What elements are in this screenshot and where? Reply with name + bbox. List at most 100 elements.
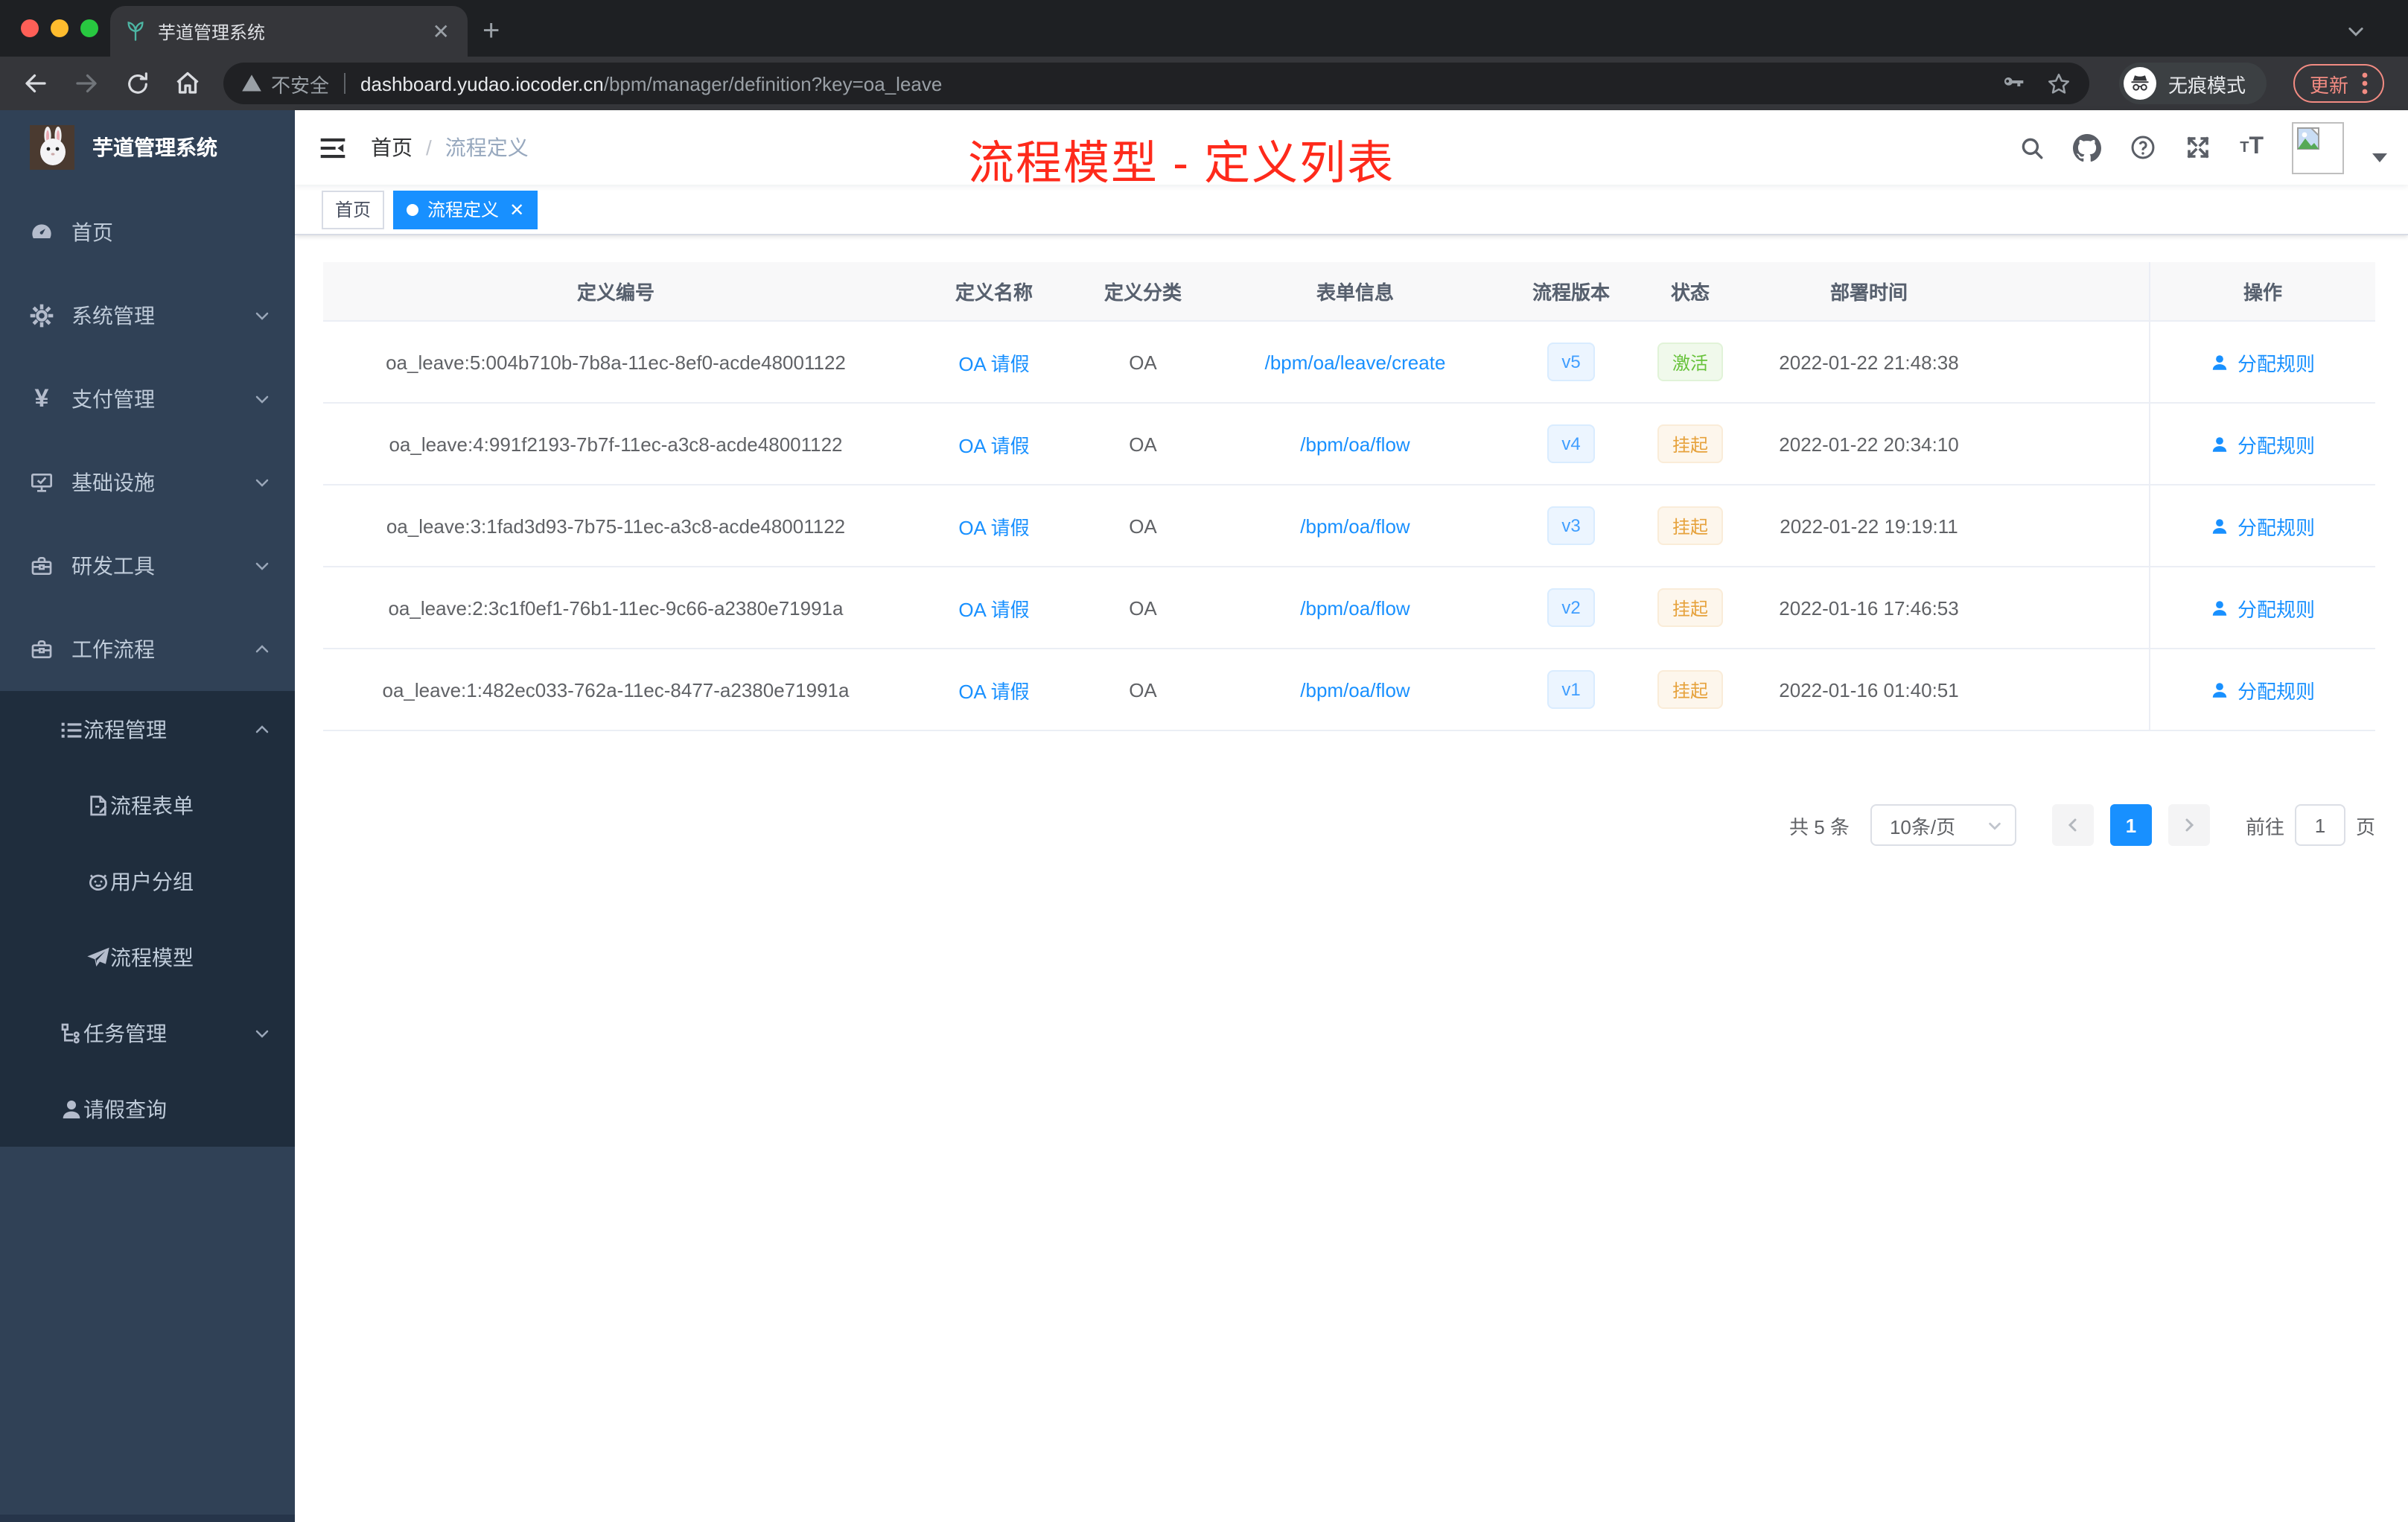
page-unit-label: 页 <box>2355 815 2375 838</box>
deploy-time: 2022-01-16 17:46:53 <box>1779 596 1959 619</box>
sidebar-item-leave-query[interactable]: 请假查询 <box>0 1071 295 1147</box>
sidebar-item-user-group[interactable]: 用户分组 <box>0 843 295 919</box>
assign-rule-button[interactable]: 分配规则 <box>2211 675 2315 704</box>
definition-category: OA <box>1129 678 1157 701</box>
version-badge: v5 <box>1547 343 1596 381</box>
column-header: 定义编号 <box>576 281 654 304</box>
app-title: 芋道管理系统 <box>92 136 217 159</box>
page-number-1[interactable]: 1 <box>2109 804 2152 846</box>
favicon-plant-icon <box>125 21 146 42</box>
definition-name-link[interactable]: OA 请假 <box>958 348 1029 376</box>
table-row: oa_leave:3:1fad3d93-7b75-11ec-a3c8-acde4… <box>323 485 2375 567</box>
update-button[interactable]: 更新 <box>2293 64 2384 103</box>
tag-home[interactable]: 首页 <box>322 190 385 229</box>
column-header: 部署时间 <box>1829 281 1908 304</box>
broken-image-icon <box>2297 127 2319 149</box>
fullscreen-icon[interactable] <box>2185 134 2211 161</box>
avatar[interactable] <box>2292 121 2344 173</box>
assign-rule-button[interactable]: 分配规则 <box>2211 430 2315 458</box>
tab-close-icon[interactable]: ✕ <box>430 19 453 44</box>
minimize-window-button[interactable] <box>51 19 69 37</box>
back-icon[interactable] <box>15 63 57 104</box>
kebab-menu-icon[interactable] <box>2362 71 2368 95</box>
goto-page-input[interactable] <box>2294 804 2345 846</box>
version-badge: v4 <box>1547 424 1596 463</box>
page-size-value: 10条/页 <box>1889 815 1956 838</box>
form-link[interactable]: /bpm/oa/leave/create <box>1265 351 1446 373</box>
tab-search-chevron-icon[interactable] <box>2345 21 2366 42</box>
font-size-icon[interactable]: TT <box>2240 134 2264 161</box>
sidebar-item-process-management[interactable]: 流程管理 <box>0 691 295 767</box>
password-key-icon[interactable] <box>2001 71 2025 95</box>
url-path: /bpm/manager/definition?key=oa_leave <box>603 72 943 95</box>
security-label[interactable]: 不安全 <box>271 69 329 98</box>
sidebar-logo-row[interactable]: 芋道管理系统 <box>0 110 295 185</box>
definition-name-link[interactable]: OA 请假 <box>958 512 1029 540</box>
user-icon <box>2213 518 2228 533</box>
forward-icon[interactable] <box>66 63 107 104</box>
definition-name-link[interactable]: OA 请假 <box>958 593 1029 622</box>
next-page-button[interactable] <box>2167 804 2210 846</box>
sidebar-item-label: 流程模型 <box>110 945 194 969</box>
browser-tab[interactable]: 芋道管理系统 ✕ <box>110 6 468 57</box>
sidebar-item-dev-tools[interactable]: 研发工具 <box>0 524 295 608</box>
sidebar-item-process-form[interactable]: 流程表单 <box>0 767 295 843</box>
definition-name-link[interactable]: OA 请假 <box>958 675 1029 704</box>
dashboard-icon <box>30 220 54 244</box>
active-dot <box>407 203 419 215</box>
browser-toolbar: 不安全 dashboard.yudao.iocoder.cn/bpm/manag… <box>0 57 2408 110</box>
sidebar-item-task-management[interactable]: 任务管理 <box>0 995 295 1071</box>
sidebar-collapse-icon[interactable] <box>319 133 347 162</box>
version-badge: v1 <box>1547 670 1596 709</box>
briefcase-icon <box>30 637 54 661</box>
prev-page-button[interactable] <box>2051 804 2094 846</box>
search-icon[interactable] <box>2019 135 2045 160</box>
assign-rule-button[interactable]: 分配规则 <box>2211 512 2315 540</box>
reload-icon[interactable] <box>116 63 158 104</box>
url-divider <box>344 73 346 94</box>
pagination-total: 共 5 条 <box>1789 815 1850 838</box>
form-link[interactable]: /bpm/oa/flow <box>1300 678 1410 701</box>
goto-label: 前往 <box>2245 815 2284 838</box>
robot-icon <box>86 869 110 893</box>
maximize-window-button[interactable] <box>80 19 98 37</box>
status-badge: 挂起 <box>1657 670 1723 709</box>
sidebar-item-process-model[interactable]: 流程模型 <box>0 919 295 995</box>
new-tab-button[interactable]: + <box>482 16 500 46</box>
assign-rule-button[interactable]: 分配规则 <box>2211 593 2315 622</box>
definition-name-link[interactable]: OA 请假 <box>958 430 1029 458</box>
sidebar-item-workflow[interactable]: 工作流程 <box>0 608 295 691</box>
sidebar-item-label: 任务管理 <box>83 1021 167 1045</box>
list-icon <box>60 717 83 741</box>
help-icon[interactable] <box>2130 134 2156 161</box>
definition-id: oa_leave:1:482ec033-762a-11ec-8477-a2380… <box>382 678 850 701</box>
sidebar-item-system[interactable]: 系统管理 <box>0 274 295 357</box>
form-icon <box>86 793 110 817</box>
page-size-select[interactable]: 10条/页 <box>1870 804 2016 846</box>
url-text[interactable]: dashboard.yudao.iocoder.cn/bpm/manager/d… <box>360 72 942 95</box>
form-link[interactable]: /bpm/oa/flow <box>1300 433 1410 455</box>
chevron-up-icon <box>253 720 271 738</box>
bookmark-star-icon[interactable] <box>2046 71 2071 96</box>
tag-label: 首页 <box>335 200 372 220</box>
sidebar-item-payment[interactable]: ¥ 支付管理 <box>0 357 295 441</box>
home-icon[interactable] <box>167 63 208 104</box>
close-window-button[interactable] <box>21 19 39 37</box>
chevron-up-icon <box>253 640 271 658</box>
yen-icon: ¥ <box>34 384 49 413</box>
github-icon[interactable] <box>2073 133 2102 162</box>
avatar-dropdown-caret-icon[interactable] <box>2372 153 2387 162</box>
tag-close-icon[interactable]: ✕ <box>509 199 524 220</box>
assign-rule-button[interactable]: 分配规则 <box>2211 348 2315 376</box>
breadcrumb-home[interactable]: 首页 <box>371 133 413 162</box>
sidebar-item-home[interactable]: 首页 <box>0 191 295 274</box>
sidebar-item-infrastructure[interactable]: 基础设施 <box>0 441 295 524</box>
tag-process-definition[interactable]: 流程定义 ✕ <box>393 190 538 229</box>
tags-view: 首页 流程定义 ✕ <box>295 185 2408 235</box>
url-bar[interactable]: 不安全 dashboard.yudao.iocoder.cn/bpm/manag… <box>223 63 2089 104</box>
form-link[interactable]: /bpm/oa/flow <box>1300 515 1410 537</box>
definition-category: OA <box>1129 596 1157 619</box>
pagination: 共 5 条 10条/页 1 前往 页 <box>323 804 2375 846</box>
form-link[interactable]: /bpm/oa/flow <box>1300 596 1410 619</box>
tab-title: 芋道管理系统 <box>158 22 266 42</box>
